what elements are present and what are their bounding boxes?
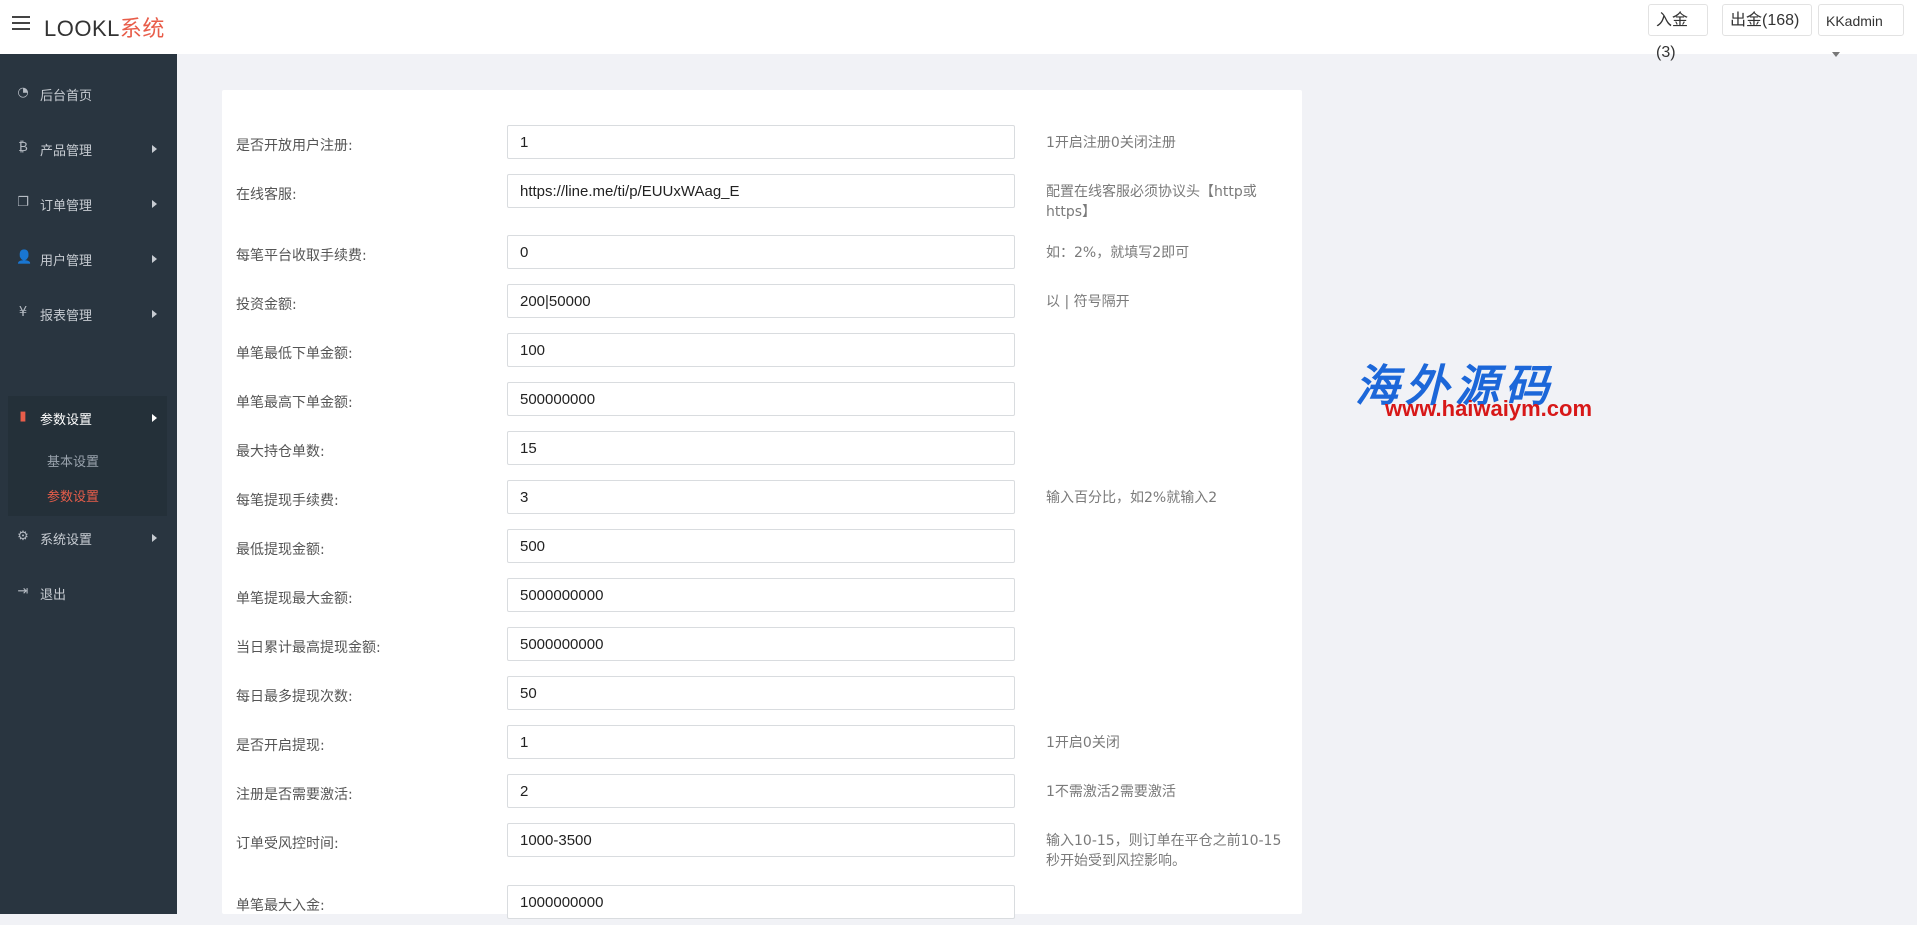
chevron-down-icon: [1832, 51, 1840, 57]
form-row-min-withdraw: 最低提现金额:: [222, 529, 1302, 569]
bitcoin-icon: ₿: [18, 140, 28, 155]
sidebar-item-reports[interactable]: ¥ 报表管理: [8, 292, 167, 336]
field-label: 注册是否需要激活:: [236, 787, 353, 803]
min-order-input[interactable]: [507, 333, 1015, 367]
field-label: 每笔平台收取手续费:: [236, 248, 367, 264]
field-label: 是否开启提现:: [236, 738, 325, 754]
withdraw-button[interactable]: 出金(168): [1722, 4, 1812, 36]
form-row-require-activation: 注册是否需要激活: 1不需激活2需要激活: [222, 774, 1302, 814]
field-help: 1开启注册0关闭注册: [1046, 135, 1176, 151]
field-help: 1开启0关闭: [1046, 735, 1120, 751]
sidebar-item-products[interactable]: ₿ 产品管理: [8, 127, 167, 171]
field-label: 每笔提现手续费:: [236, 493, 339, 509]
field-label: 单笔最大入金:: [236, 898, 325, 914]
sidebar-subitem-param-settings[interactable]: 参数设置: [47, 486, 99, 505]
allow-register-input[interactable]: [507, 125, 1015, 159]
field-label: 最大持仓单数:: [236, 444, 325, 460]
brand-logo: LOOKL系统: [44, 11, 165, 43]
cogs-icon: ⚙: [17, 529, 29, 544]
field-label: 投资金额:: [236, 297, 297, 313]
invest-amount-input[interactable]: [507, 284, 1015, 318]
field-label: 最低提现金额:: [236, 542, 325, 558]
copy-icon: ❐: [17, 195, 29, 210]
settings-form-card: 是否开放用户注册: 1开启注册0关闭注册 在线客服: 配置在线客服必须协议头【h…: [222, 90, 1302, 919]
max-withdraw-input[interactable]: [507, 578, 1015, 612]
sign-out-icon: ⇥: [17, 584, 29, 599]
require-activation-input[interactable]: [507, 774, 1015, 808]
form-row-max-order: 单笔最高下单金额:: [222, 382, 1302, 422]
admin-dropdown[interactable]: KKadmin: [1818, 4, 1904, 57]
field-label: 单笔最低下单金额:: [236, 346, 353, 362]
form-row-platform-fee: 每笔平台收取手续费: 如：2%，就填写2即可: [222, 235, 1302, 275]
sidebar-item-dashboard[interactable]: ◔ 后台首页: [8, 72, 167, 116]
field-help: 输入百分比，如2%就输入2: [1046, 490, 1218, 506]
form-row-online-service: 在线客服: 配置在线客服必须协议头【http或https】: [222, 174, 1302, 220]
field-label: 当日累计最高提现金额:: [236, 640, 381, 656]
field-label: 是否开放用户注册:: [236, 138, 353, 154]
brand-accent: 系统: [119, 16, 165, 41]
daily-max-withdraw-input[interactable]: [507, 627, 1015, 661]
field-label: 订单受风控时间:: [236, 836, 339, 852]
field-label: 在线客服:: [236, 187, 297, 203]
max-positions-input[interactable]: [507, 431, 1015, 465]
field-label: 每日最多提现次数:: [236, 689, 353, 705]
chevron-right-icon: [152, 414, 157, 422]
form-row-allow-register: 是否开放用户注册: 1开启注册0关闭注册: [222, 125, 1302, 165]
brand-main: LOOKL: [44, 16, 120, 41]
form-row-invest-amount: 投资金额: 以 | 符号隔开: [222, 284, 1302, 324]
sidebar-subitem-basic-settings[interactable]: 基本设置: [47, 451, 99, 470]
sidebar-item-system[interactable]: ⚙ 系统设置: [8, 516, 167, 560]
watermark-url: www.haiwaiym.com: [1385, 396, 1593, 421]
field-label: 单笔提现最大金额:: [236, 591, 353, 607]
user-icon: 👤: [16, 250, 33, 265]
form-row-risk-control-time: 订单受风控时间: 输入10-15，则订单在平仓之前10-15秒开始受到风控影响。: [222, 823, 1302, 869]
chevron-right-icon: [152, 255, 157, 263]
field-help: 以 | 符号隔开: [1046, 294, 1130, 310]
field-help: 输入10-15，则订单在平仓之前10-15秒开始受到风控影响。: [1046, 833, 1282, 869]
chevron-right-icon: [152, 200, 157, 208]
form-row-enable-withdraw: 是否开启提现: 1开启0关闭: [222, 725, 1302, 765]
field-help: 1不需激活2需要激活: [1046, 784, 1176, 800]
form-row-daily-withdraw-count: 每日最多提现次数:: [222, 676, 1302, 716]
form-row-min-order: 单笔最低下单金额:: [222, 333, 1302, 373]
max-order-input[interactable]: [507, 382, 1015, 416]
form-row-max-withdraw: 单笔提现最大金额:: [222, 578, 1302, 618]
deposit-button[interactable]: 入金(3): [1648, 4, 1708, 61]
risk-control-time-input[interactable]: [507, 823, 1015, 857]
form-row-withdraw-fee: 每笔提现手续费: 输入百分比，如2%就输入2: [222, 480, 1302, 520]
sidebar-group-params: ▮ 参数设置 基本设置 参数设置: [8, 396, 167, 516]
form-row-daily-max-withdraw: 当日累计最高提现金额:: [222, 627, 1302, 667]
sidebar-item-users[interactable]: 👤 用户管理: [8, 237, 167, 281]
daily-withdraw-count-input[interactable]: [507, 676, 1015, 710]
sidebar-item-logout[interactable]: ⇥ 退出: [8, 571, 167, 615]
watermark: 海外源码 www.haiwaiym.com: [1355, 350, 1655, 430]
sidebar: ◔ 后台首页 ₿ 产品管理 ❐ 订单管理 👤 用户管理 ¥ 报表管理 ▮ 参数设…: [0, 54, 177, 914]
sidebar-item-params[interactable]: ▮ 参数设置: [8, 396, 167, 440]
yen-icon: ¥: [18, 305, 28, 320]
chevron-right-icon: [152, 310, 157, 318]
field-help: 配置在线客服必须协议头【http或https】: [1046, 184, 1257, 220]
platform-fee-input[interactable]: [507, 235, 1015, 269]
top-header: LOOKL系统 入金(3) 出金(168) KKadmin: [0, 0, 1917, 61]
file-icon: ▮: [19, 409, 27, 424]
field-label: 单笔最高下单金额:: [236, 395, 353, 411]
form-row-max-positions: 最大持仓单数:: [222, 431, 1302, 471]
min-withdraw-input[interactable]: [507, 529, 1015, 563]
dashboard-icon: ◔: [17, 85, 29, 100]
chevron-right-icon: [152, 145, 157, 153]
enable-withdraw-input[interactable]: [507, 725, 1015, 759]
form-row-max-deposit: 单笔最大入金:: [222, 885, 1302, 925]
sidebar-item-orders[interactable]: ❐ 订单管理: [8, 182, 167, 226]
chevron-right-icon: [152, 534, 157, 542]
withdraw-fee-input[interactable]: [507, 480, 1015, 514]
field-help: 如：2%，就填写2即可: [1046, 245, 1190, 261]
menu-toggle-icon[interactable]: [12, 16, 30, 32]
online-service-input[interactable]: [507, 174, 1015, 208]
